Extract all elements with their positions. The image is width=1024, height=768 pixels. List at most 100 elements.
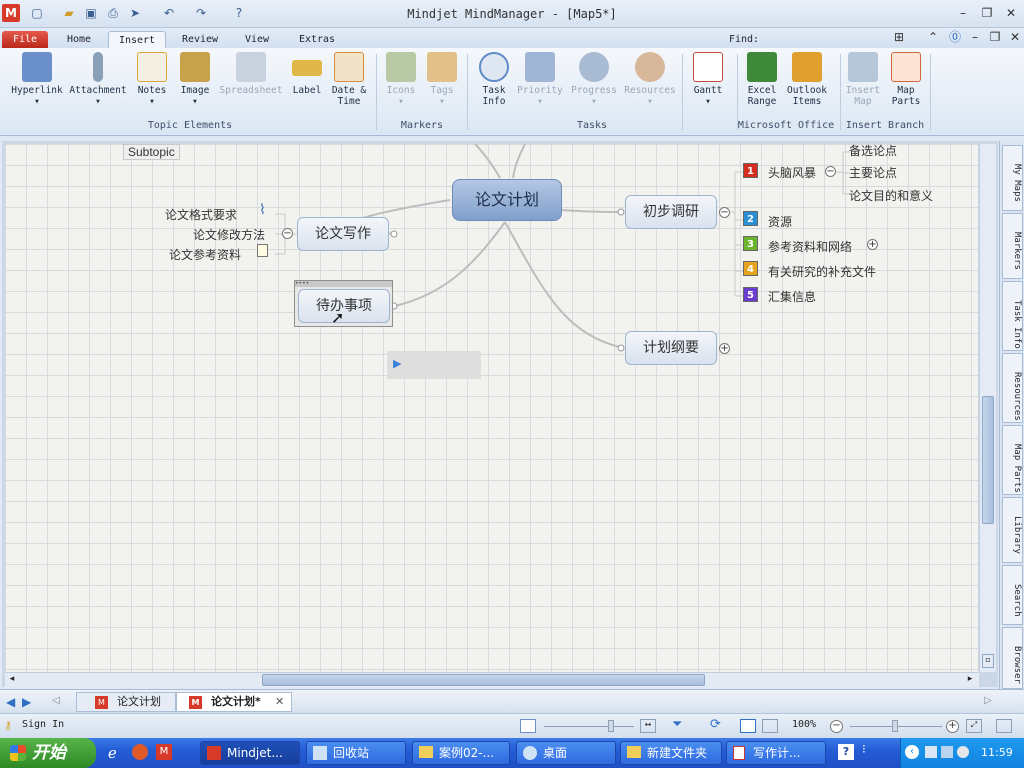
tab-review[interactable]: Review <box>174 31 226 48</box>
restore-icon[interactable]: ❐ <box>978 5 996 21</box>
side-tab-task-info[interactable]: Task Info <box>1002 281 1023 351</box>
side-tab-resources[interactable]: Resources <box>1002 353 1023 423</box>
layout-icon[interactable]: ⟳ <box>710 717 721 732</box>
tray-monitor-icon[interactable] <box>941 746 953 758</box>
detail-slider-track[interactable] <box>544 726 634 727</box>
priority-3-icon[interactable]: 3 <box>743 236 758 251</box>
priority-button[interactable]: Priority ▾ <box>514 52 566 107</box>
label-button[interactable]: Label <box>290 52 324 96</box>
priority-1-icon[interactable]: 1 <box>743 163 758 178</box>
subtopic-gather-info[interactable]: 汇集信息 <box>768 288 816 305</box>
fit-map-icon[interactable]: ⤢ <box>966 719 982 733</box>
subtopic-alt-argument[interactable]: 备选论点 <box>849 144 897 159</box>
outlook-items-button[interactable]: Outlook Items <box>784 52 830 107</box>
vertical-scrollbar[interactable]: ▫ <box>979 144 996 672</box>
tags-button[interactable]: Tags ▾ <box>426 52 458 107</box>
map-canvas[interactable]: Subtopic 论文计划 论文写作 − 论文格式要求 ⌇ 论文修改方法 论文参… <box>5 144 978 672</box>
task-case02[interactable]: 案例02-... <box>412 741 510 765</box>
progress-button[interactable]: Progress ▾ <box>568 52 620 107</box>
doc-minimize-icon[interactable]: – <box>966 29 984 45</box>
tray-arrow-icon[interactable]: ‹ <box>905 745 919 759</box>
gantt-button[interactable]: Gantt ▾ <box>690 52 726 107</box>
zoom-slider-thumb[interactable] <box>892 720 898 732</box>
scroll-right-icon[interactable]: ▸ <box>963 674 977 686</box>
overview-icon[interactable] <box>520 719 536 733</box>
subtopic-brainstorm[interactable]: 头脑风暴 <box>768 164 816 181</box>
subtopic-format-req[interactable]: 论文格式要求 <box>165 206 237 223</box>
side-tab-markers[interactable]: Markers <box>1002 213 1023 279</box>
side-tab-map-parts[interactable]: Map Parts <box>1002 425 1023 495</box>
central-topic[interactable]: 论文计划 <box>452 179 562 221</box>
subtopic-purpose[interactable]: 论文目的和意义 <box>849 187 933 204</box>
subtopic-supplementary-docs[interactable]: 有关研究的补充文件 <box>768 263 876 280</box>
horizontal-scroll-thumb[interactable] <box>262 674 705 686</box>
excel-range-button[interactable]: Excel Range <box>744 52 780 107</box>
doc-tab-2-active[interactable]: M 论文计划* ✕ <box>176 692 292 712</box>
floating-subtopic[interactable]: Subtopic <box>123 144 180 160</box>
detail-slider-thumb[interactable] <box>608 720 614 732</box>
collapse-icon[interactable]: − <box>719 207 730 218</box>
task-new-folder[interactable]: 新建文件夹 <box>620 741 722 765</box>
collapse-icon[interactable]: − <box>282 228 293 239</box>
task-info-button[interactable]: Task Info <box>476 52 512 107</box>
topic-plan-outline[interactable]: 计划纲要 <box>625 331 717 365</box>
notify-icon[interactable]: ⁝ <box>862 742 866 756</box>
notes-button[interactable]: Notes ▾ <box>134 52 170 107</box>
forward-arrow-icon[interactable]: ▶ <box>22 695 31 709</box>
tab-insert[interactable]: Insert <box>108 31 166 48</box>
subtopic-references-web[interactable]: 参考资料和网络 <box>768 238 852 255</box>
help-tray-icon[interactable]: ? <box>838 744 854 760</box>
attachment-icon[interactable]: ⌇ <box>259 202 266 218</box>
expand-icon[interactable]: + <box>867 239 878 250</box>
tab-extras[interactable]: Extras <box>290 31 344 48</box>
fit-width-icon[interactable]: ↔ <box>640 719 656 733</box>
tab-home[interactable]: Home <box>56 31 102 48</box>
collapse-ribbon-icon[interactable]: ⌃ <box>924 29 942 45</box>
filter-icon[interactable]: ⏷ <box>672 717 682 732</box>
task-desktop[interactable]: 桌面 <box>516 741 616 765</box>
close-icon[interactable]: ✕ <box>1002 5 1020 21</box>
zoom-in-icon[interactable]: + <box>946 720 959 733</box>
tab-view[interactable]: View <box>234 31 280 48</box>
doc-tab-1[interactable]: M 论文计划 <box>76 692 176 712</box>
binoculars-icon[interactable]: ⊞ <box>890 29 908 45</box>
expand-icon[interactable]: + <box>719 343 730 354</box>
collapse-icon[interactable]: − <box>825 166 836 177</box>
tray-volume-icon[interactable] <box>957 746 969 758</box>
map-parts-button[interactable]: Map Parts <box>886 52 926 107</box>
vertical-scroll-thumb[interactable] <box>982 396 994 524</box>
play-arrow-icon[interactable]: ▶ <box>393 357 401 370</box>
topic-thesis-writing[interactable]: 论文写作 <box>297 217 389 251</box>
mindmanager-quick-icon[interactable]: M <box>156 744 172 760</box>
hyperlink-button[interactable]: Hyperlink ▾ <box>8 52 66 107</box>
doc-close-icon[interactable]: ✕ <box>1006 29 1024 45</box>
back-arrow-icon[interactable]: ◀ <box>6 695 15 709</box>
help-circle-icon[interactable]: ⓪ <box>946 29 964 45</box>
side-tab-browser[interactable]: Browser <box>1002 627 1023 689</box>
subtopic-main-argument[interactable]: 主要论点 <box>849 164 897 181</box>
task-recycle-bin[interactable]: 回收站 <box>306 741 406 765</box>
resources-button[interactable]: Resources ▾ <box>622 52 678 107</box>
attachment-button[interactable]: Attachment ▾ <box>68 52 128 107</box>
panel-toggle-icon[interactable] <box>996 719 1012 733</box>
task-writing-plan[interactable]: 写作计... <box>726 741 826 765</box>
sign-in-button[interactable]: Sign In <box>22 719 64 730</box>
selection-handle-bar[interactable]: •••• <box>295 281 392 287</box>
priority-2-icon[interactable]: 2 <box>743 211 758 226</box>
start-button[interactable]: 开始 <box>0 738 96 768</box>
side-tab-library[interactable]: Library <box>1002 497 1023 563</box>
tab-scroll-left-icon[interactable]: ◁ <box>52 695 60 706</box>
outline-view-icon[interactable] <box>762 719 778 733</box>
horizontal-scrollbar[interactable]: ◂ ▸ <box>5 672 979 687</box>
tray-network-icon[interactable] <box>925 746 937 758</box>
insert-map-button[interactable]: Insert Map <box>844 52 882 107</box>
priority-4-icon[interactable]: 4 <box>743 261 758 276</box>
note-icon[interactable] <box>257 244 268 257</box>
side-tab-my-maps[interactable]: My Maps <box>1002 145 1023 211</box>
zoom-out-icon[interactable]: − <box>830 720 843 733</box>
fit-icon[interactable]: ▫ <box>982 654 994 668</box>
image-button[interactable]: Image ▾ <box>176 52 214 107</box>
subtopic-resources[interactable]: 资源 <box>768 213 792 230</box>
tab-scroll-right-icon[interactable]: ▷ <box>984 695 992 706</box>
tab-close-icon[interactable]: ✕ <box>275 693 284 711</box>
